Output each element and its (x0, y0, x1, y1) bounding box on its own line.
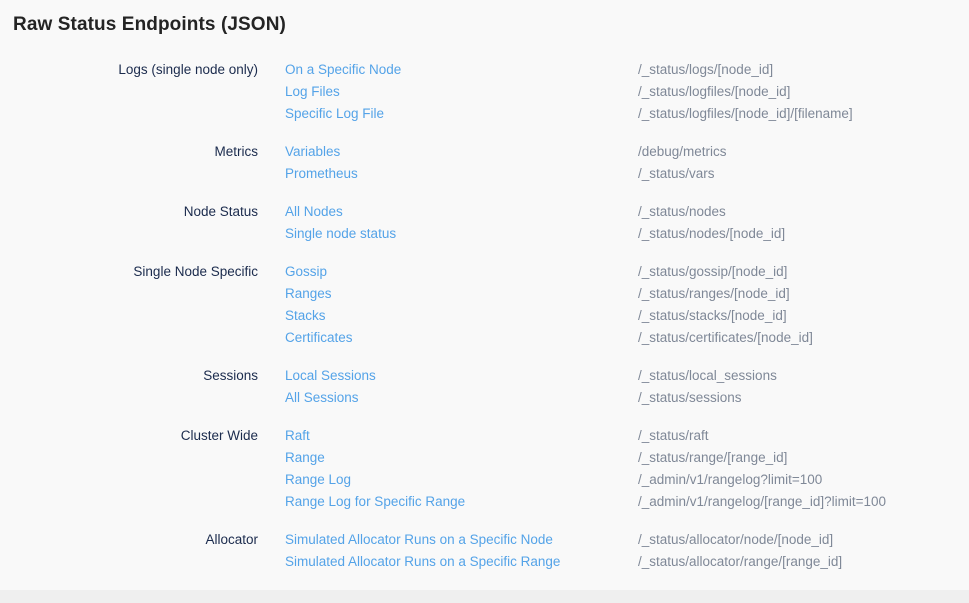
group-links-column: Simulated Allocator Runs on a Specific N… (285, 529, 638, 573)
group-urls-column: /debug/metrics/_status/vars (638, 141, 969, 185)
group-urls-column: /_status/logs/[node_id]/_status/logfiles… (638, 59, 969, 125)
endpoint-url: /_status/raft (638, 425, 969, 447)
endpoint-url: /_status/stacks/[node_id] (638, 305, 969, 327)
group-category-label: Logs (single node only) (13, 59, 258, 81)
group-category-label: Allocator (13, 529, 258, 551)
group-urls-column: /_status/nodes/_status/nodes/[node_id] (638, 201, 969, 245)
endpoint-link[interactable]: Certificates (285, 327, 353, 349)
endpoint-link[interactable]: Gossip (285, 261, 327, 283)
group-links-column: GossipRangesStacksCertificates (285, 261, 638, 349)
endpoint-link[interactable]: On a Specific Node (285, 59, 401, 81)
endpoint-groups: Logs (single node only) On a Specific Nod… (0, 59, 969, 573)
group-urls-column: /_status/gossip/[node_id]/_status/ranges… (638, 261, 969, 349)
group-links-column: On a Specific NodeLog FilesSpecific Log … (285, 59, 638, 125)
endpoint-group: Metrics VariablesPrometheus/debug/metrics… (13, 141, 969, 185)
endpoint-url: /_admin/v1/rangelog?limit=100 (638, 469, 969, 491)
endpoint-group: SessionsLocal SessionsAll Sessions/_stat… (13, 365, 969, 409)
endpoint-url: /_status/vars (638, 163, 969, 185)
endpoint-link[interactable]: All Sessions (285, 387, 359, 409)
endpoint-url: /_status/certificates/[node_id] (638, 327, 969, 349)
endpoint-link[interactable]: Single node status (285, 223, 396, 245)
group-category-label: Metrics (13, 141, 258, 163)
endpoint-url: /_status/range/[range_id] (638, 447, 969, 469)
endpoint-url: /_status/logs/[node_id] (638, 59, 969, 81)
group-urls-column: /_status/local_sessions/_status/sessions (638, 365, 969, 409)
endpoint-group: Single Node Specific GossipRangesStacksCe… (13, 261, 969, 349)
debug-endpoints-page: Raw Status Endpoints (JSON) Logs (single… (0, 0, 969, 603)
footer-band (0, 590, 969, 603)
group-category-label: Node Status (13, 201, 258, 223)
group-links-column: RaftRangeRange LogRange Log for Specific… (285, 425, 638, 513)
endpoint-url: /_status/allocator/node/[node_id] (638, 529, 969, 551)
endpoint-url: /_status/nodes/[node_id] (638, 223, 969, 245)
group-category-label: Cluster Wide (13, 425, 258, 447)
endpoint-link[interactable]: Variables (285, 141, 340, 163)
endpoint-url: /_status/gossip/[node_id] (638, 261, 969, 283)
endpoint-group: Allocator Simulated Allocator Runs on a S… (13, 529, 969, 573)
endpoint-url: /_status/sessions (638, 387, 969, 409)
endpoint-link[interactable]: Range Log for Specific Range (285, 491, 465, 513)
group-links-column: VariablesPrometheus (285, 141, 638, 185)
endpoint-url: /_status/ranges/[node_id] (638, 283, 969, 305)
endpoint-link[interactable]: Specific Log File (285, 103, 384, 125)
group-links-column: Local SessionsAll Sessions (285, 365, 638, 409)
endpoint-url: /_status/logfiles/[node_id]/[filename] (638, 103, 969, 125)
endpoint-url: /_status/allocator/range/[range_id] (638, 551, 969, 573)
endpoint-link[interactable]: Simulated Allocator Runs on a Specific R… (285, 551, 560, 573)
endpoint-link[interactable]: Raft (285, 425, 310, 447)
endpoint-link[interactable]: Range Log (285, 469, 351, 491)
endpoint-link[interactable]: Stacks (285, 305, 326, 327)
endpoint-link[interactable]: Local Sessions (285, 365, 376, 387)
page-title: Raw Status Endpoints (JSON) (0, 0, 969, 36)
endpoint-url: /_status/logfiles/[node_id] (638, 81, 969, 103)
endpoint-url: /debug/metrics (638, 141, 969, 163)
endpoint-group: Logs (single node only) On a Specific Nod… (13, 59, 969, 125)
endpoint-link[interactable]: Prometheus (285, 163, 358, 185)
endpoint-url: /_status/nodes (638, 201, 969, 223)
group-urls-column: /_status/raft/_status/range/[range_id]/_… (638, 425, 969, 513)
endpoint-link[interactable]: All Nodes (285, 201, 343, 223)
endpoint-link[interactable]: Log Files (285, 81, 340, 103)
endpoint-url: /_status/local_sessions (638, 365, 969, 387)
endpoint-link[interactable]: Range (285, 447, 325, 469)
endpoint-group: Node StatusAll NodesSingle node status/_… (13, 201, 969, 245)
endpoint-group: Cluster Wide RaftRangeRange LogRange Log … (13, 425, 969, 513)
endpoint-url: /_admin/v1/rangelog/[range_id]?limit=100 (638, 491, 969, 513)
group-category-label: Sessions (13, 365, 258, 387)
endpoint-link[interactable]: Simulated Allocator Runs on a Specific N… (285, 529, 553, 551)
group-links-column: All NodesSingle node status (285, 201, 638, 245)
group-urls-column: /_status/allocator/node/[node_id]/_statu… (638, 529, 969, 573)
endpoint-link[interactable]: Ranges (285, 283, 332, 305)
group-category-label: Single Node Specific (13, 261, 258, 283)
